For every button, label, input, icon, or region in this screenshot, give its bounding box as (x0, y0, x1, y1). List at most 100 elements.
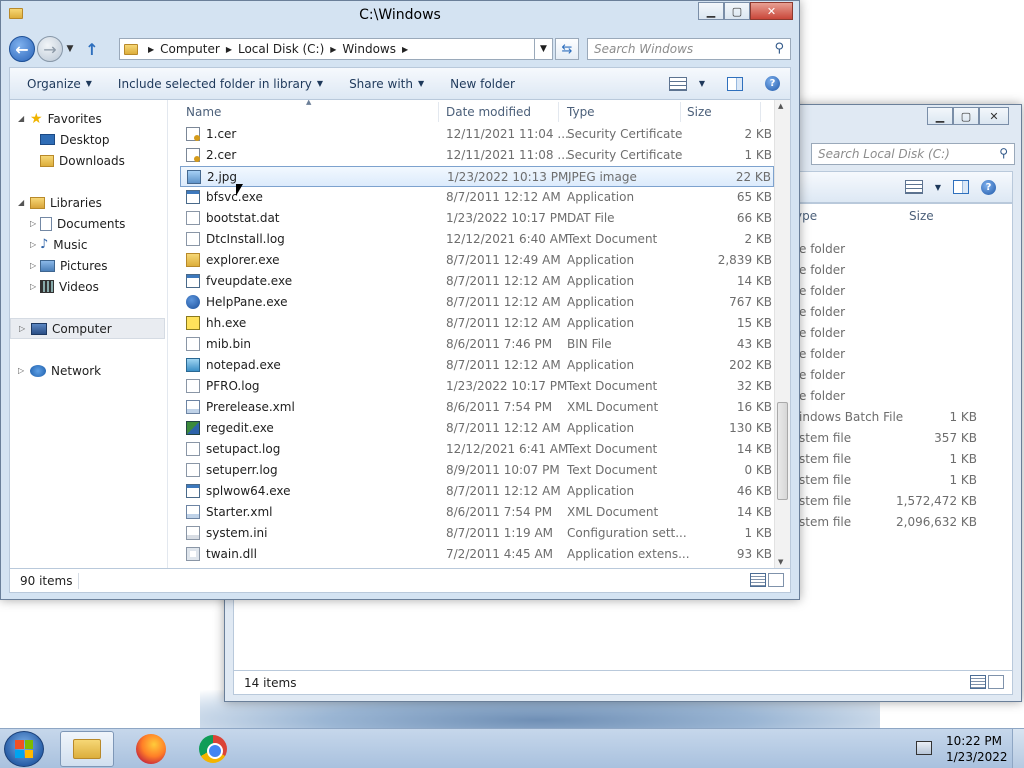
nav-pictures[interactable]: ▷ Pictures (10, 255, 167, 276)
show-desktop-button[interactable] (1012, 729, 1024, 768)
breadcrumb-computer[interactable]: Computer (160, 42, 220, 56)
details-view-icon[interactable] (970, 675, 986, 689)
list-item[interactable]: e folder (799, 302, 977, 323)
new-folder-button[interactable]: New folder (441, 68, 524, 99)
nav-videos[interactable]: ▷ Videos (10, 276, 167, 297)
organize-button[interactable]: Organize ▼ (10, 68, 101, 99)
column-header-size[interactable]: Size (687, 105, 712, 119)
list-item[interactable]: e folder (799, 386, 977, 407)
recent-pages-dropdown[interactable]: ▼ (63, 44, 77, 54)
start-button[interactable] (4, 731, 44, 767)
collapsed-triangle-icon[interactable]: ▷ (30, 240, 36, 249)
file-row[interactable]: explorer.exe 8/7/2011 12:49 AM Application… (180, 250, 774, 271)
collapsed-triangle-icon[interactable]: ▷ (30, 282, 36, 291)
file-row[interactable]: DtcInstall.log 12/12/2021 6:40 AM Text Doc… (180, 229, 774, 250)
column-header-name[interactable]: Name (186, 105, 221, 119)
network-tray-icon[interactable] (916, 741, 932, 755)
file-row[interactable]: fveupdate.exe 8/7/2011 12:12 AM Applicatio… (180, 271, 774, 292)
taskbar-chrome[interactable] (186, 731, 240, 767)
help-icon[interactable]: ? (981, 179, 996, 195)
list-item[interactable]: e folder (799, 260, 977, 281)
scroll-up-icon[interactable]: ▲ (778, 102, 783, 110)
preview-pane-icon[interactable] (953, 180, 969, 194)
expanded-triangle-icon[interactable]: ◢ (18, 198, 24, 207)
change-view-icon[interactable] (904, 180, 923, 194)
list-item[interactable]: stem file 357 KB (799, 428, 977, 449)
column-header-date[interactable]: Date modified (446, 105, 531, 119)
list-item[interactable]: stem file 1 KB (799, 449, 977, 470)
file-row[interactable]: setuperr.log 8/9/2011 10:07 PM Text Docume… (180, 460, 774, 481)
file-row[interactable]: twain.dll 7/2/2011 4:45 AM Application ext… (180, 544, 774, 565)
file-row[interactable]: splwow64.exe 8/7/2011 12:12 AM Application… (180, 481, 774, 502)
chevron-down-icon[interactable]: ▼ (935, 183, 941, 192)
refresh-button[interactable]: ⇆ (555, 38, 579, 60)
collapsed-triangle-icon[interactable]: ▷ (30, 261, 36, 270)
taskbar-explorer[interactable] (60, 731, 114, 767)
nav-computer[interactable]: ▷ Computer (10, 318, 165, 339)
include-in-library-button[interactable]: Include selected folder in library ▼ (109, 68, 332, 99)
forward-button[interactable]: → (37, 36, 63, 62)
list-item[interactable]: e folder (799, 365, 977, 386)
nav-documents[interactable]: ▷ Documents (10, 213, 167, 234)
back-button[interactable]: ← (9, 36, 35, 62)
breadcrumb-local-disk[interactable]: Local Disk (C:) (238, 42, 324, 56)
list-item[interactable]: indows Batch File 1 KB (799, 407, 977, 428)
maximize-button[interactable]: ▢ (724, 2, 750, 20)
preview-pane-icon[interactable] (727, 76, 743, 91)
collapsed-triangle-icon[interactable]: ▷ (19, 324, 25, 333)
nav-favorites[interactable]: ◢ ★ Favorites (10, 108, 167, 129)
vertical-scrollbar[interactable]: ▲ ▼ (774, 100, 790, 568)
file-row[interactable]: 1.cer 12/11/2021 11:04 ... Security Certif… (180, 124, 774, 145)
share-with-button[interactable]: Share with ▼ (340, 68, 433, 99)
collapsed-triangle-icon[interactable]: ▷ (18, 366, 24, 375)
local-disk-search-input[interactable]: Search Local Disk (C:) ⚲ (811, 143, 1015, 165)
file-row[interactable]: 2.cer 12/11/2021 11:08 ... Security Certif… (180, 145, 774, 166)
taskbar-firefox[interactable] (124, 731, 178, 767)
chevron-right-icon[interactable]: ▶ (226, 45, 232, 54)
file-row[interactable]: setupact.log 12/12/2021 6:41 AM Text Docum… (180, 439, 774, 460)
details-view-icon[interactable] (750, 573, 766, 587)
large-icons-view-icon[interactable] (988, 675, 1004, 689)
file-row[interactable]: bootstat.dat 1/23/2022 10:17 PM DAT File 66… (180, 208, 774, 229)
collapsed-triangle-icon[interactable]: ▷ (30, 219, 36, 228)
file-row[interactable]: hh.exe 8/7/2011 12:12 AM Application 15 KB (180, 313, 774, 334)
column-header-size[interactable]: Size (909, 209, 934, 223)
close-button[interactable]: ✕ (979, 107, 1009, 125)
expanded-triangle-icon[interactable]: ◢ (18, 114, 24, 123)
file-row[interactable]: HelpPane.exe 8/7/2011 12:12 AM Application… (180, 292, 774, 313)
list-item[interactable]: e folder (799, 281, 977, 302)
file-row[interactable]: regedit.exe 8/7/2011 12:12 AM Application 1… (180, 418, 774, 439)
file-row[interactable]: 2.jpg 1/23/2022 10:13 PM JPEG image 22 KB (180, 166, 774, 187)
file-row[interactable]: PFRO.log 1/23/2022 10:17 PM Text Document 3… (180, 376, 774, 397)
nav-libraries[interactable]: ◢ Libraries (10, 192, 167, 213)
column-header-type[interactable]: Type (567, 105, 595, 119)
list-item[interactable]: e folder (799, 239, 977, 260)
breadcrumb-windows[interactable]: Windows (342, 42, 396, 56)
change-view-icon[interactable] (668, 76, 687, 91)
up-button[interactable]: ↑ (81, 40, 103, 59)
list-item[interactable]: e folder (799, 344, 977, 365)
scroll-down-icon[interactable]: ▼ (778, 558, 783, 566)
chevron-down-icon[interactable]: ▼ (699, 79, 705, 88)
chevron-right-icon[interactable]: ▶ (402, 45, 408, 54)
chevron-right-icon[interactable]: ▶ (330, 45, 336, 54)
file-row[interactable]: Starter.xml 8/6/2011 7:54 PM XML Document 1… (180, 502, 774, 523)
address-dropdown[interactable]: ▼ (535, 38, 553, 60)
search-input[interactable]: Search Windows ⚲ (587, 38, 791, 60)
minimize-button[interactable]: ▁ (927, 107, 953, 125)
chevron-right-icon[interactable]: ▶ (148, 45, 154, 54)
file-row[interactable]: bfsvc.exe 8/7/2011 12:12 AM Application 65 … (180, 187, 774, 208)
address-bar[interactable]: ▶ Computer ▶ Local Disk (C:) ▶ Windows ▶ (119, 38, 535, 60)
file-row[interactable]: mib.bin 8/6/2011 7:46 PM BIN File 43 KB (180, 334, 774, 355)
list-item[interactable]: stem file 2,096,632 KB (799, 512, 977, 533)
scrollbar-thumb[interactable] (777, 402, 788, 500)
search-icon[interactable]: ⚲ (999, 146, 1008, 160)
search-icon[interactable]: ⚲ (774, 41, 784, 56)
help-icon[interactable]: ? (765, 76, 780, 91)
clock[interactable]: 10:22 PM 1/23/2022 (946, 733, 1008, 765)
window-titlebar[interactable]: C:\Windows ▁ ▢ ✕ (1, 1, 799, 31)
file-row[interactable]: system.ini 8/7/2011 1:19 AM Configuration … (180, 523, 774, 544)
nav-desktop[interactable]: Desktop (10, 129, 167, 150)
large-icons-view-icon[interactable] (768, 573, 784, 587)
list-item[interactable]: stem file 1 KB (799, 470, 977, 491)
